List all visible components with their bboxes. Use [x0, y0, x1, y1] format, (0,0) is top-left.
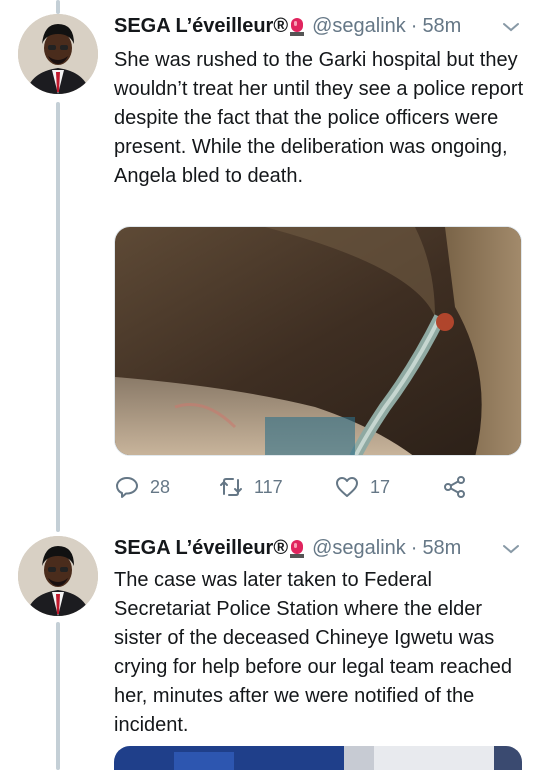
- tweet-text: She was rushed to the Garki hospital but…: [114, 49, 524, 187]
- red-light-emoji-icon: [290, 16, 305, 36]
- separator: ·: [410, 14, 418, 37]
- tweet-header: SEGA L’éveilleur ® @segalink · 58m: [114, 8, 461, 44]
- like-count: 17: [370, 476, 391, 497]
- tweet-actions: 28 117 17: [114, 474, 534, 502]
- reply-icon: [116, 477, 138, 498]
- timestamp[interactable]: 58m: [422, 537, 461, 560]
- timestamp[interactable]: 58m: [422, 15, 461, 38]
- author-name[interactable]: SEGA L’éveilleur: [114, 537, 273, 560]
- reply-count: 28: [150, 476, 171, 497]
- chevron-down-icon[interactable]: [500, 540, 522, 558]
- share-icon: [444, 476, 465, 498]
- thread-line: [56, 622, 60, 770]
- retweet-button[interactable]: 117: [218, 474, 283, 500]
- registered-mark: ®: [273, 14, 289, 37]
- thread-line: [56, 102, 60, 532]
- thread-line: [56, 0, 60, 14]
- tweet-image[interactable]: [114, 226, 522, 456]
- share-button[interactable]: [442, 474, 478, 500]
- avatar[interactable]: [18, 536, 98, 616]
- tweet-text: The case was later taken to Federal Secr…: [114, 569, 513, 736]
- retweet-count: 117: [254, 476, 283, 497]
- retweet-icon: [220, 478, 242, 496]
- separator: ·: [410, 536, 418, 559]
- red-light-emoji-icon: [290, 538, 305, 558]
- like-button[interactable]: 17: [334, 474, 390, 500]
- reply-button[interactable]: 28: [114, 474, 170, 500]
- avatar[interactable]: [18, 14, 98, 94]
- author-handle[interactable]: @segalink: [312, 15, 406, 38]
- author-name[interactable]: SEGA L’éveilleur: [114, 15, 273, 38]
- heart-icon: [336, 477, 358, 497]
- registered-mark: ®: [273, 536, 289, 559]
- tweet-header: SEGA L’éveilleur ® @segalink · 58m: [114, 530, 461, 566]
- tweet-image[interactable]: [114, 746, 522, 770]
- author-handle[interactable]: @segalink: [312, 537, 406, 560]
- chevron-down-icon[interactable]: [500, 18, 522, 36]
